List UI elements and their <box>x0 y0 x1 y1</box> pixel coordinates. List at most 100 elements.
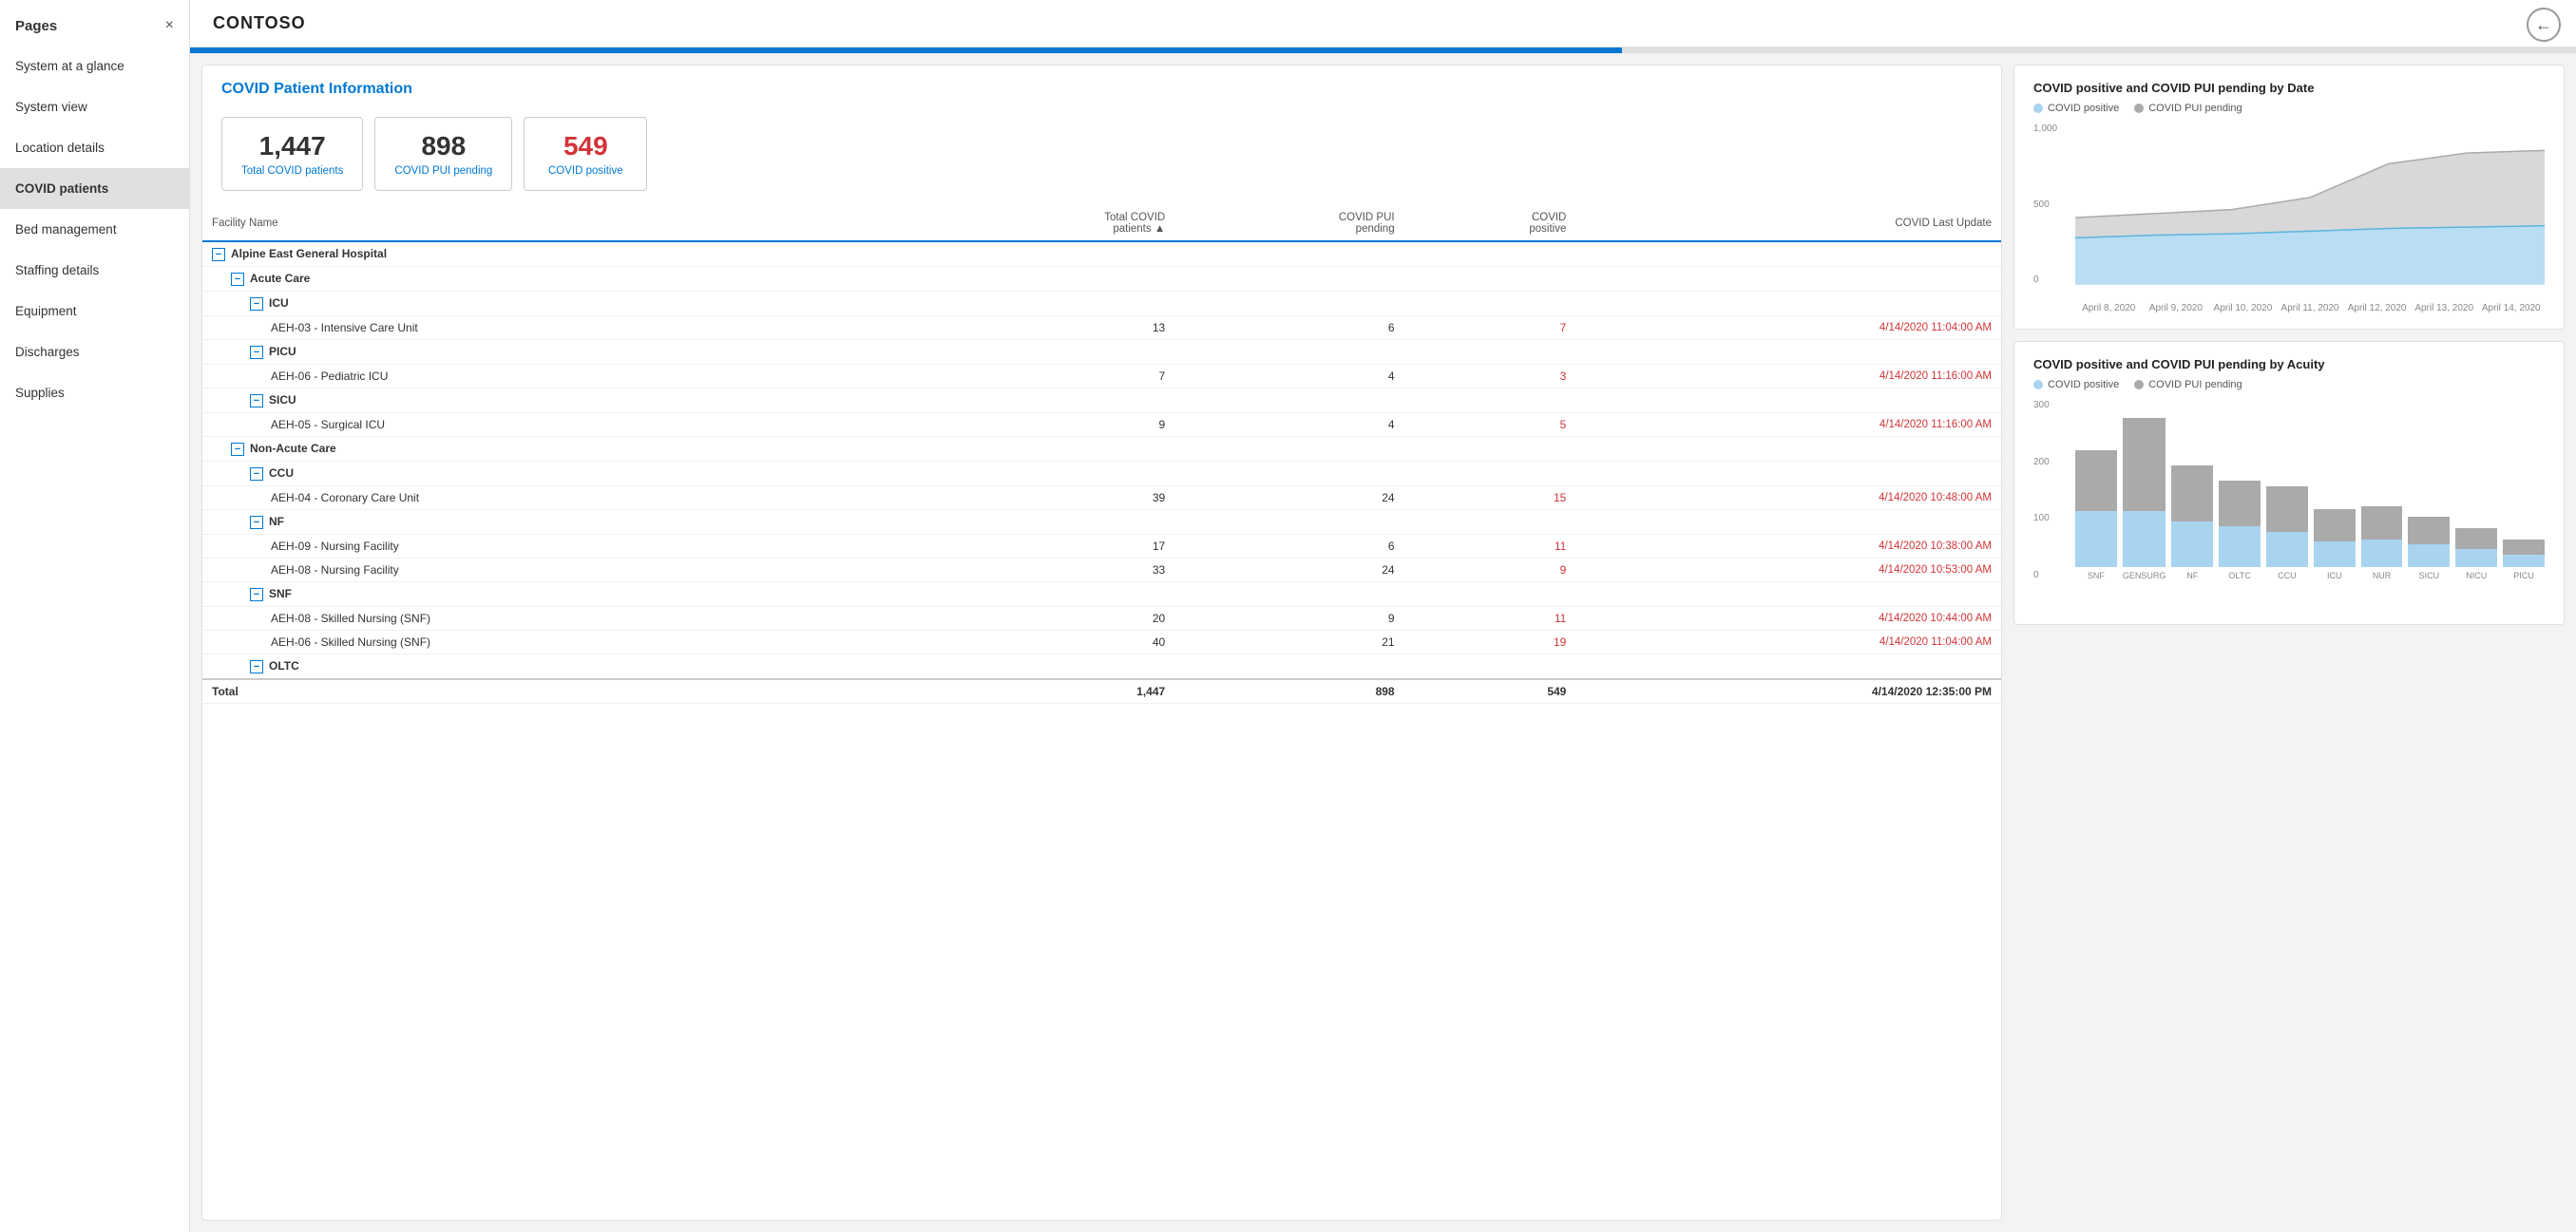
table-row: AEH-06 - Skilled Nursing (SNF) 40 21 19 … <box>202 631 2001 654</box>
cell-last-update: 4/14/2020 10:44:00 AM <box>1575 607 2001 631</box>
cell-total: 40 <box>930 631 1174 654</box>
table-subsubgroup-row[interactable]: −PICU <box>202 340 2001 365</box>
col-total[interactable]: Total COVIDpatients ▲ <box>930 206 1174 241</box>
sidebar-nav: System at a glanceSystem viewLocation de… <box>0 46 189 413</box>
cell-facility: AEH-03 - Intensive Care Unit <box>202 316 930 340</box>
table-subsubgroup-row[interactable]: −ICU <box>202 292 2001 316</box>
table-subsubgroup-row[interactable]: −SNF <box>202 582 2001 607</box>
bar-group: NF <box>2171 465 2213 580</box>
table-row: AEH-05 - Surgical ICU 9 4 5 4/14/2020 11… <box>202 413 2001 437</box>
cell-last-update: 4/14/2020 10:53:00 AM <box>1575 559 2001 582</box>
cell-pui: 24 <box>1174 486 1403 510</box>
cell-total: 7 <box>930 365 1174 389</box>
expand-icon[interactable]: − <box>250 394 263 408</box>
cell-pui: 4 <box>1174 365 1403 389</box>
bar-group: CCU <box>2266 486 2308 580</box>
sidebar-item-staffing-details[interactable]: Staffing details <box>0 250 189 291</box>
sidebar-item-covid-patients[interactable]: COVID patients <box>0 168 189 209</box>
bar-label: OLTC <box>2228 571 2250 580</box>
col-positive[interactable]: COVIDpositive <box>1404 206 1576 241</box>
table-subgroup-row[interactable]: −Non-Acute Care <box>202 437 2001 462</box>
cell-facility: AEH-04 - Coronary Care Unit <box>202 486 930 510</box>
bar-stack <box>2503 540 2545 567</box>
table-container[interactable]: Facility Name Total COVIDpatients ▲ COVI… <box>202 206 2001 1220</box>
sidebar-close-button[interactable]: × <box>165 17 174 34</box>
content-area: COVID Patient Information 1,447 Total CO… <box>190 53 2576 1232</box>
expand-icon[interactable]: − <box>250 660 263 673</box>
x-label: April 10, 2020 <box>2209 303 2277 313</box>
expand-icon[interactable]: − <box>212 248 225 261</box>
cell-facility: AEH-06 - Pediatric ICU <box>202 365 930 389</box>
cell-last-update: 4/14/2020 10:48:00 AM <box>1575 486 2001 510</box>
col-last-update[interactable]: COVID Last Update <box>1575 206 2001 241</box>
expand-icon[interactable]: − <box>250 516 263 529</box>
table-subsubgroup-row[interactable]: −NF <box>202 510 2001 535</box>
bar-segment-blue <box>2075 511 2117 567</box>
sidebar-item-bed-management[interactable]: Bed management <box>0 209 189 250</box>
cell-pui: 6 <box>1174 316 1403 340</box>
cell-pui: 24 <box>1174 559 1403 582</box>
sidebar-item-discharges[interactable]: Discharges <box>0 332 189 372</box>
x-label: April 12, 2020 <box>2343 303 2411 313</box>
cell-positive: 19 <box>1404 631 1576 654</box>
table-group-row[interactable]: −Alpine East General Hospital <box>202 241 2001 267</box>
y-labels-1: 05001,000 <box>2033 123 2071 285</box>
cell-total: 33 <box>930 559 1174 582</box>
left-panel: COVID Patient Information 1,447 Total CO… <box>201 65 2002 1221</box>
bar-group: SNF <box>2075 450 2117 580</box>
bar-segment-gray <box>2361 506 2403 540</box>
table-row: AEH-04 - Coronary Care Unit 39 24 15 4/1… <box>202 486 2001 510</box>
expand-icon[interactable]: − <box>250 467 263 481</box>
section-title: COVID Patient Information <box>221 81 412 97</box>
bar-y-label: 300 <box>2033 400 2071 410</box>
total-last-update: 4/14/2020 12:35:00 PM <box>1575 679 2001 704</box>
table-subgroup-row[interactable]: −Acute Care <box>202 267 2001 292</box>
card-label-pui: COVID PUI pending <box>394 165 492 177</box>
table-row: AEH-09 - Nursing Facility 17 6 11 4/14/2… <box>202 535 2001 559</box>
bar-segment-blue <box>2503 555 2545 567</box>
bar-label: SICU <box>2419 571 2440 580</box>
expand-icon[interactable]: − <box>231 443 244 456</box>
bar-segment-blue <box>2361 540 2403 567</box>
card-number-total: 1,447 <box>241 131 343 161</box>
expand-icon[interactable]: − <box>250 346 263 359</box>
sidebar-item-location-details[interactable]: Location details <box>0 127 189 168</box>
expand-icon[interactable]: − <box>231 273 244 286</box>
bar-chart-wrap: 0100200300 SNF GENSURG NF OLTC CCU <box>2033 400 2545 609</box>
sidebar-item-equipment[interactable]: Equipment <box>0 291 189 332</box>
sidebar-item-system-view[interactable]: System view <box>0 86 189 127</box>
back-button[interactable]: ← <box>2527 8 2561 42</box>
bar-y-label: 200 <box>2033 457 2071 467</box>
col-facility[interactable]: Facility Name <box>202 206 930 241</box>
chart-legend-1: COVID positiveCOVID PUI pending <box>2033 103 2545 114</box>
cell-total: 39 <box>930 486 1174 510</box>
table-subsubgroup-row[interactable]: −SICU <box>202 389 2001 413</box>
total-pui: 898 <box>1174 679 1403 704</box>
cell-pui: 4 <box>1174 413 1403 437</box>
bar-segment-gray <box>2171 465 2213 521</box>
chart-card-2: COVID positive and COVID PUI pending by … <box>2013 341 2565 625</box>
card-number-positive: 549 <box>544 131 627 161</box>
legend-dot <box>2134 380 2144 389</box>
table-subsubgroup-row[interactable]: −CCU <box>202 462 2001 486</box>
expand-icon[interactable]: − <box>250 297 263 311</box>
summary-card-pui: 898 COVID PUI pending <box>374 117 512 191</box>
total-total: 1,447 <box>930 679 1174 704</box>
sidebar-item-supplies[interactable]: Supplies <box>0 372 189 413</box>
col-pui[interactable]: COVID PUIpending <box>1174 206 1403 241</box>
cell-last-update: 4/14/2020 11:16:00 AM <box>1575 413 2001 437</box>
bar-segment-blue <box>2455 549 2497 567</box>
total-label: Total <box>202 679 930 704</box>
table-subsubgroup-row[interactable]: −OLTC <box>202 654 2001 680</box>
bar-chart-inner: SNF GENSURG NF OLTC CCU ICU <box>2075 400 2545 580</box>
summary-card-total: 1,447 Total COVID patients <box>221 117 363 191</box>
cell-facility: AEH-05 - Surgical ICU <box>202 413 930 437</box>
sidebar-item-system-at-glance[interactable]: System at a glance <box>0 46 189 86</box>
bar-group: NUR <box>2361 506 2403 580</box>
y-label: 0 <box>2033 275 2071 285</box>
cell-positive: 3 <box>1404 365 1576 389</box>
left-panel-header: COVID Patient Information <box>202 66 2001 109</box>
legend-item: COVID positive <box>2033 103 2119 114</box>
bar-stack <box>2361 506 2403 567</box>
expand-icon[interactable]: − <box>250 588 263 601</box>
